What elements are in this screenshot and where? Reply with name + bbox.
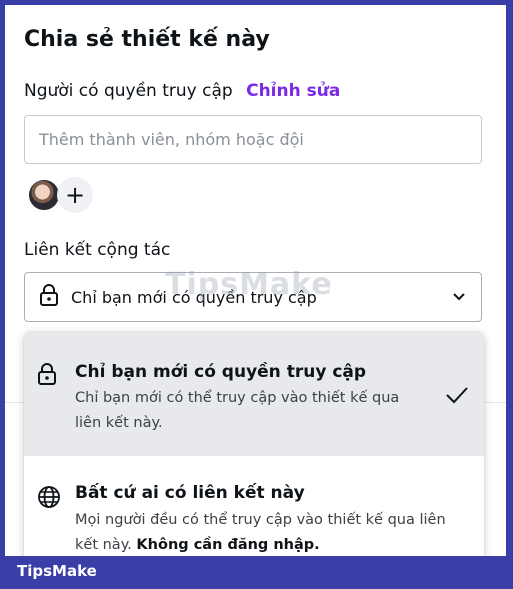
collab-link-label: Liên kết cộng tác (24, 240, 171, 260)
option-description: Chỉ bạn mới có thể truy cập vào thiết kế… (75, 390, 400, 431)
checkmark-icon (445, 385, 469, 409)
dialog-title: Chia sẻ thiết kế này (24, 27, 270, 52)
chevron-down-icon (451, 288, 467, 308)
avatar (27, 178, 61, 212)
access-row: Người có quyền truy cập Chỉnh sửa (24, 81, 340, 101)
plus-icon: + (64, 181, 86, 209)
option-title: Bất cứ ai có liên kết này (75, 483, 305, 503)
option-anyone-with-link[interactable]: Bất cứ ai có liên kết này Mọi người đều … (24, 456, 484, 556)
option-title: Chỉ bạn mới có quyền truy cập (75, 362, 367, 382)
lock-icon (37, 363, 57, 389)
link-select-value: Chỉ bạn mới có quyền truy cập (71, 287, 317, 307)
tipsmake-logo: TipsMake (17, 562, 97, 580)
invite-input[interactable] (24, 115, 482, 164)
add-member-button[interactable]: + (57, 177, 93, 213)
link-access-select[interactable]: Chỉ bạn mới có quyền truy cập (24, 272, 482, 322)
access-label: Người có quyền truy cập (24, 81, 233, 101)
link-access-dropdown: Chỉ bạn mới có quyền truy cập Chỉ bạn mớ… (24, 332, 484, 556)
share-dialog: Chia sẻ thiết kế này Người có quyền truy… (5, 5, 506, 556)
globe-icon (37, 485, 61, 513)
option-description-bold: Không cần đăng nhập. (136, 537, 320, 553)
lock-icon (39, 284, 59, 310)
option-only-you[interactable]: Chỉ bạn mới có quyền truy cập Chỉ bạn mớ… (24, 332, 484, 456)
edit-link[interactable]: Chỉnh sửa (246, 81, 340, 101)
option-description: Mọi người đều có thể truy cập vào thiết … (75, 508, 470, 556)
